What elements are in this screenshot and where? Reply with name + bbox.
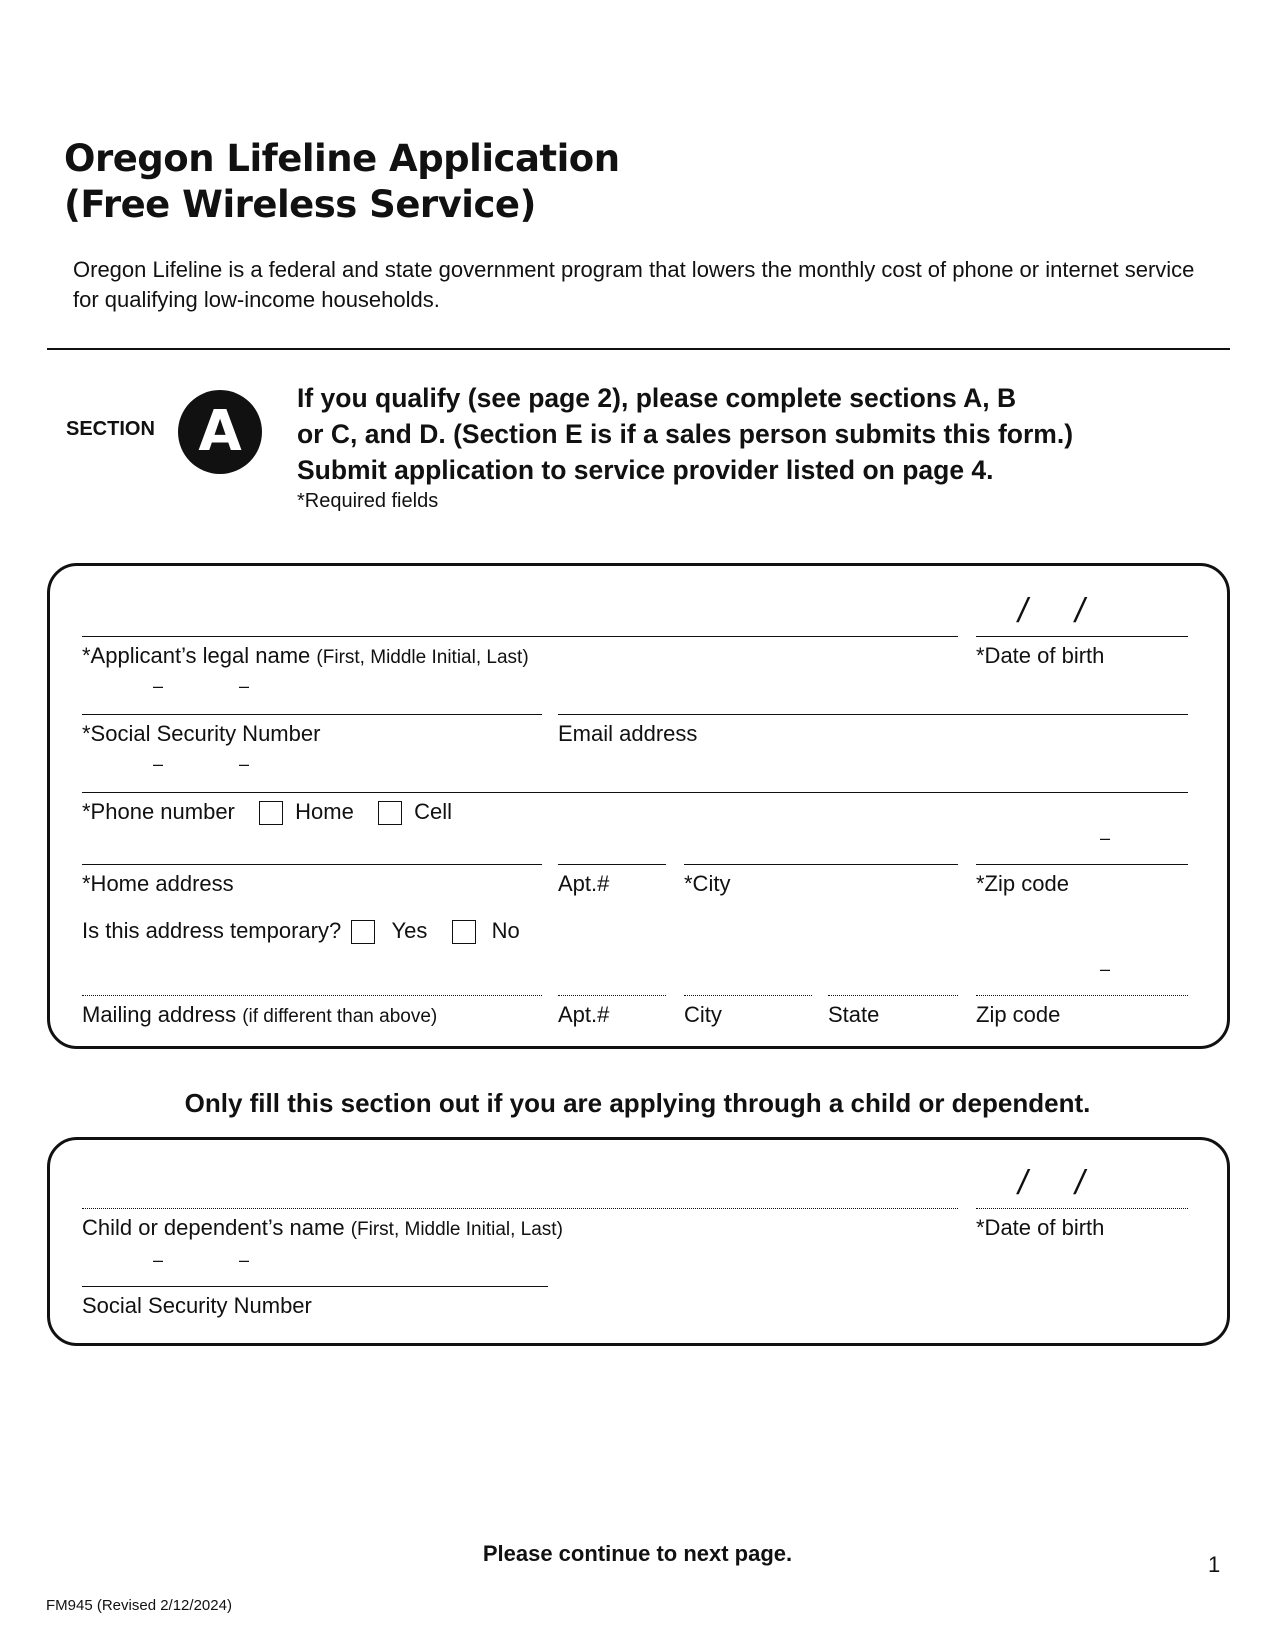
home-option-label: Home	[295, 799, 354, 824]
instruction-line: If you qualify (see page 2), please comp…	[297, 383, 1017, 413]
dependent-ssn-separator: –	[239, 1250, 250, 1270]
continue-note: Please continue to next page.	[482, 1541, 793, 1566]
dob-label: *Date of birth	[976, 643, 1105, 668]
dependent-name-field[interactable]	[82, 1208, 958, 1209]
ssn-field[interactable]	[82, 714, 542, 715]
home-zip-label: *Zip code	[976, 871, 1069, 896]
mailing-state-field[interactable]	[828, 995, 958, 996]
ssn-separator: –	[239, 676, 250, 696]
home-city-field[interactable]	[684, 864, 958, 865]
mailing-address-field[interactable]	[82, 995, 542, 996]
required-note: *Required fields	[297, 490, 439, 512]
home-apt-field[interactable]	[558, 864, 666, 865]
mailing-city-label: City	[684, 1002, 722, 1027]
legal-name-field[interactable]	[82, 636, 958, 637]
divider	[47, 348, 1230, 350]
email-label: Email address	[558, 721, 698, 746]
title-line-2: (Free Wireless Service)	[64, 183, 536, 226]
mailing-apt-label: Apt.#	[558, 1002, 610, 1027]
dependent-dob-separator: /	[1075, 1164, 1085, 1202]
legal-name-label: *Applicant’s legal name (First, Middle I…	[82, 643, 529, 668]
mailing-zip-separator: –	[1100, 959, 1111, 979]
section-label: SECTION	[66, 418, 155, 440]
section-instructions: If you qualify (see page 2), please comp…	[297, 380, 1073, 488]
temporary-label: Is this address temporary?	[82, 918, 342, 943]
mailing-state-label: State	[828, 1002, 880, 1027]
ssn-label: *Social Security Number	[82, 721, 321, 746]
dependent-dob-field[interactable]	[976, 1208, 1188, 1209]
cell-checkbox[interactable]	[377, 801, 402, 826]
home-checkbox[interactable]	[259, 801, 284, 826]
dob-field[interactable]	[976, 636, 1188, 637]
dependent-info-box: Child or dependent’s name (First, Middle…	[47, 1137, 1230, 1346]
temporary-yes-checkbox[interactable]	[351, 920, 376, 945]
home-apt-label: Apt.#	[558, 871, 610, 896]
home-zip-field[interactable]	[976, 864, 1188, 865]
section-a-badge-icon: A	[178, 390, 262, 474]
ssn-separator: –	[153, 676, 164, 696]
yes-option-label: Yes	[391, 918, 428, 943]
dependent-ssn-label: Social Security Number	[82, 1293, 312, 1318]
mailing-address-label: Mailing address (if different than above…	[82, 1002, 438, 1027]
dependent-ssn-field[interactable]	[82, 1286, 548, 1287]
instruction-line: Submit application to service provider l…	[297, 455, 994, 485]
email-field[interactable]	[558, 714, 1188, 715]
zip-separator: –	[1100, 828, 1111, 848]
phone-separator: –	[153, 754, 164, 774]
title-line-1: Oregon Lifeline Application	[64, 137, 620, 180]
home-address-label: *Home address	[82, 871, 234, 896]
temporary-no-checkbox[interactable]	[451, 920, 476, 945]
applicant-info-box: *Applicant’s legal name (First, Middle I…	[47, 563, 1230, 1049]
dependent-dob-separator: /	[1018, 1164, 1028, 1202]
phone-separator: –	[239, 754, 250, 774]
no-option-label: No	[491, 918, 520, 943]
mailing-city-field[interactable]	[684, 995, 812, 996]
mailing-apt-field[interactable]	[558, 995, 666, 996]
intro-paragraph: Oregon Lifeline is a federal and state g…	[73, 257, 1195, 312]
cell-option-label: Cell	[414, 799, 452, 824]
form-id: FM945 (Revised 2/12/2024)	[46, 1597, 232, 1614]
temporary-row: Is this address temporary? Yes No	[82, 918, 520, 945]
dob-separator: /	[1075, 592, 1085, 630]
dependent-name-label: Child or dependent’s name (First, Middle…	[82, 1215, 563, 1240]
mailing-zip-field[interactable]	[976, 995, 1188, 996]
dob-separator: /	[1018, 592, 1028, 630]
mailing-zip-label: Zip code	[976, 1002, 1061, 1027]
page-number: 1	[1208, 1552, 1221, 1577]
page-title: Oregon Lifeline Application (Free Wirele…	[64, 136, 620, 228]
dependent-heading: Only fill this section out if you are ap…	[184, 1088, 1091, 1118]
instruction-line: or C, and D. (Section E is if a sales pe…	[297, 419, 1074, 449]
phone-field[interactable]	[82, 792, 1188, 793]
home-city-label: *City	[684, 871, 731, 896]
phone-label: *Phone number	[82, 799, 235, 824]
home-address-field[interactable]	[82, 864, 542, 865]
phone-row: *Phone number Home Cell	[82, 799, 452, 826]
dependent-dob-label: *Date of birth	[976, 1215, 1105, 1240]
dependent-ssn-separator: –	[153, 1250, 164, 1270]
